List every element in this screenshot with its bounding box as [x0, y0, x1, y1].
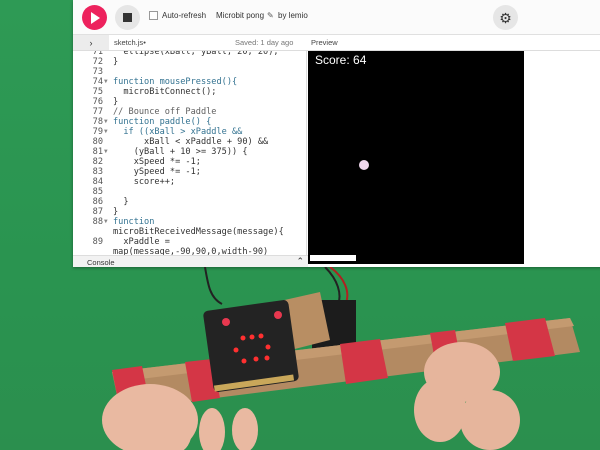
- console-bar[interactable]: Console ⌃: [73, 255, 308, 267]
- line-number: 78: [92, 117, 103, 127]
- code-line[interactable]: 80 xBall < xPaddle + 90) &&: [73, 137, 306, 147]
- code-line[interactable]: 83 ySpeed *= -1;: [73, 167, 306, 177]
- code-text: }: [113, 197, 129, 207]
- code-line[interactable]: 86 }: [73, 197, 306, 207]
- stop-button[interactable]: [115, 5, 140, 30]
- play-button[interactable]: [82, 5, 107, 30]
- chevron-up-icon[interactable]: ⌃: [296, 256, 304, 267]
- code-text: if ((xBall > xPaddle &&: [113, 127, 243, 137]
- code-text: xPaddle =: [113, 237, 170, 247]
- code-text: map(message,-90,90,0,width-90): [113, 247, 269, 255]
- pencil-icon[interactable]: ✎: [267, 11, 274, 20]
- code-text: }: [113, 57, 119, 67]
- p5-editor-window: Auto-refresh Microbit pong ✎ by lemio ⚙ …: [73, 0, 600, 267]
- fold-arrow-icon[interactable]: ▼: [104, 217, 108, 227]
- fold-arrow-icon[interactable]: ▼: [104, 77, 108, 87]
- code-line[interactable]: 85: [73, 187, 306, 197]
- code-text: xSpeed *= -1;: [113, 157, 201, 167]
- code-line[interactable]: map(message,-90,90,0,width-90): [73, 247, 306, 255]
- ball: [359, 160, 369, 170]
- auto-refresh-toggle[interactable]: Auto-refresh: [149, 11, 206, 20]
- preview-label: Preview: [311, 38, 338, 47]
- usb-cable: [204, 267, 223, 305]
- project-name[interactable]: Microbit pong ✎: [216, 11, 274, 20]
- file-tab-name: sketch.js: [114, 38, 144, 47]
- code-text: score++;: [113, 177, 176, 187]
- code-line[interactable]: 77 // Bounce off Paddle: [73, 107, 306, 117]
- chevron-right-icon: ›: [89, 37, 93, 48]
- stop-icon: [123, 13, 132, 22]
- code-text: microBitReceivedMessage(message){: [113, 227, 284, 237]
- code-line[interactable]: 82 xSpeed *= -1;: [73, 157, 306, 167]
- line-number: 87: [92, 207, 103, 217]
- code-text: (yBall + 10 >= 375)) {: [113, 147, 248, 157]
- play-icon: [91, 11, 100, 24]
- controller-photo: [102, 267, 580, 450]
- code-editor[interactable]: 71 ellipse(xBall, yBall, 20, 20); 72} 73 74…: [73, 51, 307, 255]
- code-text: ySpeed *= -1;: [113, 167, 201, 177]
- line-number: 75: [92, 87, 103, 97]
- code-line[interactable]: 73: [73, 67, 306, 77]
- code-line[interactable]: 84 score++;: [73, 177, 306, 187]
- code-line[interactable]: 72}: [73, 57, 306, 67]
- code-text: function mousePressed(){: [113, 77, 238, 87]
- fold-arrow-icon[interactable]: ▼: [104, 117, 108, 127]
- code-line[interactable]: 79 ▼ if ((xBall > xPaddle &&: [73, 127, 306, 137]
- line-number: 81: [92, 147, 103, 157]
- fold-arrow-icon[interactable]: ▼: [104, 147, 108, 157]
- line-number: 76: [92, 97, 103, 107]
- line-number: 74: [92, 77, 103, 87]
- code-line[interactable]: 87}: [73, 207, 306, 217]
- line-number: 86: [92, 197, 103, 207]
- code-text: function: [113, 217, 155, 227]
- line-number: 82: [92, 157, 103, 167]
- line-number: 79: [92, 127, 103, 137]
- code-line[interactable]: 78 ▼ function paddle() {: [73, 117, 306, 127]
- code-line[interactable]: 88 ▼ function: [73, 217, 306, 227]
- line-number: 84: [92, 177, 103, 187]
- gear-icon: ⚙: [499, 9, 512, 26]
- line-number: 85: [92, 187, 103, 197]
- preview-canvas[interactable]: Score: 64: [308, 51, 524, 264]
- code-line[interactable]: 74 ▼ function mousePressed(){: [73, 77, 306, 87]
- fold-arrow-icon[interactable]: ▼: [104, 127, 108, 137]
- code-line[interactable]: 76}: [73, 97, 306, 107]
- code-text: xBall < xPaddle + 90) &&: [113, 137, 269, 147]
- toolbar: Auto-refresh Microbit pong ✎ by lemio ⚙: [73, 0, 600, 35]
- line-number: 80: [92, 137, 103, 147]
- sidebar-expand-button[interactable]: ›: [73, 35, 109, 50]
- code-text: microBitConnect();: [113, 87, 217, 97]
- settings-button[interactable]: ⚙: [493, 5, 518, 30]
- paddle: [310, 255, 356, 261]
- line-number: 77: [92, 107, 103, 117]
- line-number: 73: [92, 67, 103, 77]
- console-label: Console: [87, 258, 115, 267]
- code-line[interactable]: microBitReceivedMessage(message){: [73, 227, 306, 237]
- auto-refresh-checkbox[interactable]: [149, 11, 158, 20]
- code-text: }: [113, 97, 119, 107]
- code-text: // Bounce off Paddle: [113, 107, 217, 117]
- line-number: 83: [92, 167, 103, 177]
- unsaved-dot: •: [143, 38, 146, 47]
- code-text: }: [113, 207, 119, 217]
- project-name-text: Microbit pong: [216, 11, 265, 20]
- code-line[interactable]: 81 ▼ (yBall + 10 >= 375)) {: [73, 147, 306, 157]
- line-number: 72: [92, 57, 103, 67]
- line-number: 89: [92, 237, 103, 247]
- line-number: 88: [92, 217, 103, 227]
- file-tab[interactable]: sketch.js•: [114, 38, 146, 47]
- editor-subbar: › sketch.js• Saved: 1 day ago Preview: [73, 35, 600, 51]
- auto-refresh-label: Auto-refresh: [162, 11, 207, 20]
- code-line[interactable]: 75 microBitConnect();: [73, 87, 306, 97]
- microbit-board: [203, 300, 299, 392]
- code-line[interactable]: 89 xPaddle =: [73, 237, 306, 247]
- saved-status: Saved: 1 day ago: [235, 38, 294, 47]
- author-label[interactable]: by lemio: [278, 11, 308, 20]
- code-text: function paddle() {: [113, 117, 212, 127]
- score-text: Score: 64: [315, 53, 367, 67]
